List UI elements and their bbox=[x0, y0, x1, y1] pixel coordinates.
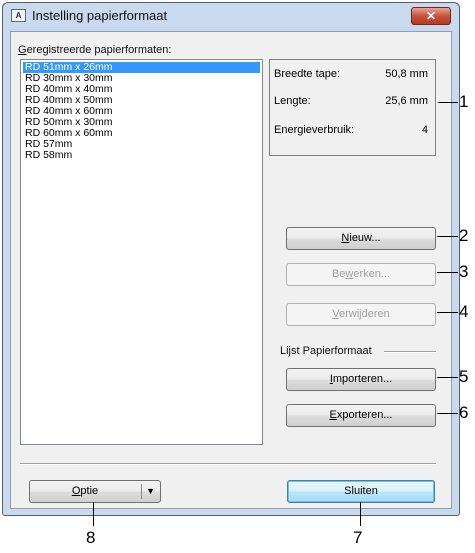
split-divider bbox=[141, 484, 142, 499]
callout-line-1 bbox=[438, 102, 458, 103]
delete-button[interactable]: Verwijderen bbox=[286, 303, 436, 326]
footer-divider bbox=[20, 463, 436, 465]
chevron-down-icon[interactable]: ▼ bbox=[146, 481, 155, 502]
new-button[interactable]: Nieuw... bbox=[286, 227, 436, 250]
list-label: Geregistreerde papierformaten: bbox=[18, 44, 172, 56]
callout-1: 1 bbox=[459, 92, 469, 111]
dialog-window: A Instelling papierformaat ✕ Geregistree… bbox=[2, 2, 460, 516]
close-dialog-button[interactable]: Sluiten bbox=[287, 480, 435, 503]
paper-format-list[interactable]: RD 51mm x 26mm RD 30mm x 30mm RD 40mm x … bbox=[20, 59, 263, 445]
callout-line-3 bbox=[437, 272, 458, 273]
group-divider bbox=[384, 351, 436, 353]
group-label: Lijst Papierformaat bbox=[280, 345, 372, 357]
callout-8: 8 bbox=[86, 528, 96, 547]
callout-line-5 bbox=[437, 377, 458, 378]
callout-line-8 bbox=[93, 502, 94, 526]
option-button[interactable]: Optie ▼ bbox=[29, 480, 161, 503]
callout-4: 4 bbox=[459, 302, 469, 321]
app-icon: A bbox=[11, 9, 26, 22]
callout-line-6 bbox=[437, 413, 458, 414]
callout-7: 7 bbox=[353, 528, 363, 547]
callout-5: 5 bbox=[459, 367, 469, 386]
import-button[interactable]: Importeren... bbox=[286, 368, 436, 391]
list-item[interactable]: RD 58mm bbox=[23, 150, 260, 161]
callout-line-7 bbox=[360, 502, 361, 526]
close-button[interactable]: ✕ bbox=[411, 7, 451, 25]
info-row-energy: Energieverbruik: 4 bbox=[274, 124, 428, 136]
export-button[interactable]: Exporteren... bbox=[286, 404, 436, 427]
callout-line-2 bbox=[437, 236, 458, 237]
info-row-width: Breedte tape: 50,8 mm bbox=[274, 68, 428, 80]
callout-line-4 bbox=[437, 312, 458, 313]
window-title: Instelling papierformaat bbox=[32, 8, 168, 23]
format-info-panel: Breedte tape: 50,8 mm Lengte: 25,6 mm Ener… bbox=[269, 59, 436, 156]
title-bar: A Instelling papierformaat ✕ bbox=[3, 3, 459, 30]
edit-button[interactable]: Bewerken... bbox=[286, 263, 436, 286]
callout-3: 3 bbox=[459, 262, 469, 281]
info-row-length: Lengte: 25,6 mm bbox=[274, 95, 428, 107]
callout-6: 6 bbox=[459, 403, 469, 422]
callout-2: 2 bbox=[459, 226, 469, 245]
